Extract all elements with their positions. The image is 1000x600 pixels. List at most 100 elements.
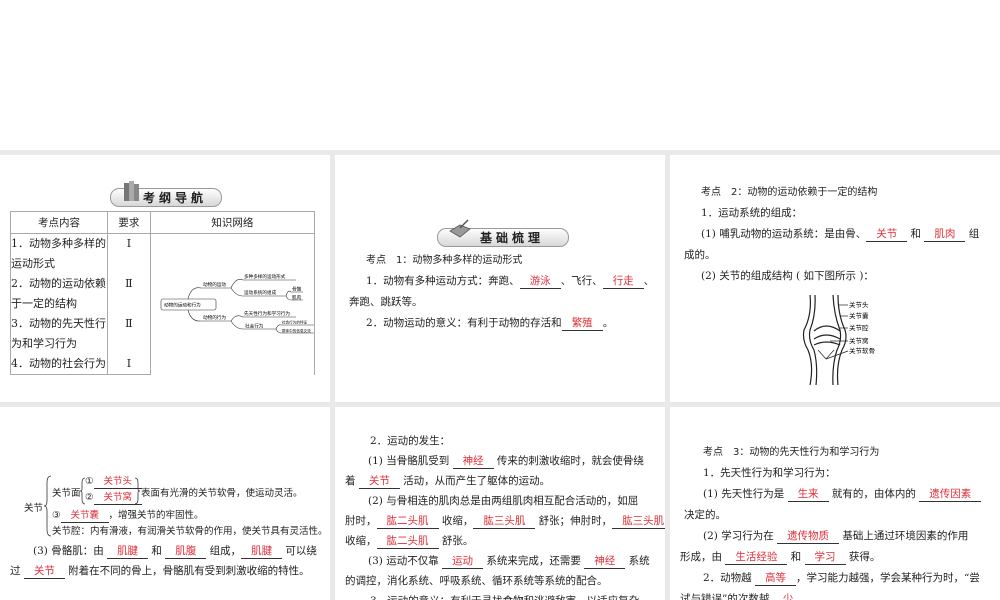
slide-topic2-structure[interactable]: 考点 2：动物的运动依赖于一定的结构 1．运动系统的组成： (1) 哺乳动物的运… — [670, 155, 1000, 402]
text-line: 2．动物运动的意义：有利于动物的存活和 繁殖。 — [349, 313, 654, 334]
text-segment: 获得。 — [845, 551, 881, 563]
answer-blank: 少 — [773, 593, 804, 600]
text-line: (3) 运动不仅靠 运动 系统来完成，还需要 神经 系统 — [345, 551, 665, 571]
text-line: (1) 先天性行为是 生来 就有的，由体内的 遗传因素 — [680, 484, 982, 505]
answer-blank: 遗传因素 — [919, 488, 982, 502]
text-segment: 决定的。 — [684, 509, 726, 521]
answer-blank: 繁殖 — [561, 317, 603, 331]
text-segment: 就有的，由体内的 — [828, 488, 920, 500]
answer-blank: 关节囊 — [60, 509, 109, 523]
slide-syllabus[interactable]: 考纲导航 考点内容 要求 知识网络 1．动物多种多样的 运动形式 Ⅰ 动物的运动… — [0, 155, 330, 402]
text-segment: 形成，由 — [680, 551, 726, 563]
answer-blank: 关节 — [866, 228, 908, 242]
text-line: 3．运动的意义：有利于寻找食物和逃避敌害，以适应复杂 — [345, 591, 665, 600]
topic-heading: 考点 2：动物的运动依赖于一定的结构 — [684, 182, 979, 203]
label-joint-cartilage: 关节软骨 — [849, 346, 875, 355]
text-segment: 成的。 — [684, 249, 716, 261]
text-segment: 肘时， — [345, 515, 377, 527]
mindmap-social: 社会行为 — [245, 323, 264, 330]
text-segment: 奔跑、跳跃等。 — [349, 296, 423, 308]
mindmap-social-features: 社会行为的特征 — [282, 320, 308, 325]
item-3: ③ 关节囊 ，增强关节的牢固性。 — [52, 507, 204, 523]
answer-blank: 神经 — [452, 455, 494, 469]
content-lines: 考点 3：动物的先天性行为和学习行为 1．先天性行为和学习行为： (1) 先天性… — [680, 442, 982, 600]
requirement-cell: Ⅱ — [106, 274, 151, 314]
answer-blank: 生活经验 — [725, 551, 788, 565]
answer-blank: 肌腹 — [165, 545, 207, 559]
text-line: (2) 与骨相连的肌肉总是由两组肌肉相互配合活动的，如屈 — [345, 491, 665, 511]
text-segment: 收缩， — [345, 535, 377, 547]
text-segment: 2．运动的发生： — [370, 435, 451, 447]
text-segment: (3) 运动不仅靠 — [368, 555, 443, 567]
number-1: ① — [85, 476, 94, 487]
slide-topic3-behavior[interactable]: 考点 3：动物的先天性行为和学习行为 1．先天性行为和学习行为： (1) 先天性… — [670, 407, 1000, 600]
answer-blank: 遗传物质 — [777, 530, 840, 544]
text-line: 奔跑、跳跃等。 — [349, 292, 654, 313]
text-line: 过 关节 附着在不同的骨上，骨骼肌有受到刺激收缩的特性。 — [10, 561, 317, 581]
mindmap: 动物的运动和行为 动物的运动 动物的行为 多种多样的运动形式 运动系统的组成 骨… — [160, 273, 314, 334]
text-segment: (2) 与骨相连的肌肉总是由两组肌肉相互配合活动的，如屈 — [368, 495, 639, 507]
slide-basics-topic1[interactable]: 基础梳理 考点 1：动物多种多样的运动形式 1．动物有多种运动方式：奔跑、 游泳、… — [335, 155, 665, 402]
text-segment: 。 — [602, 317, 614, 329]
topic-text: 2．动物的运动依赖 — [11, 277, 106, 290]
book-pen-icon — [449, 219, 471, 238]
text-line: (1) 当骨骼肌受到 神经 传来的刺激收缩时，就会使骨绕 — [345, 451, 665, 471]
topic-cell: 4．动物的社会行为 — [10, 354, 108, 375]
label-joint-cavity: 关节腔 — [849, 323, 869, 332]
text-line: 2．动物越 高等 ，学习能力越强，学会某种行为时，“尝 — [680, 568, 981, 589]
content-lines: 考点 1：动物多种多样的运动形式 1．动物有多种运动方式：奔跑、 游泳 、飞行、 行走… — [349, 250, 654, 334]
answer-blank: 行走 — [602, 275, 644, 289]
text-segment: 3．运动的意义：有利于寻找食物和逃避敌害，以适应复杂 — [370, 595, 639, 600]
text-segment: 考点 3：动物的先天性行为和学习行为 — [703, 447, 880, 458]
text-segment: 收缩， — [438, 515, 474, 527]
text-segment: 舒张；伸肘时， — [535, 515, 613, 527]
text-segment: 着 — [345, 475, 359, 487]
text-segment: (1) 哺乳动物的运动系统：是由骨、 — [701, 228, 867, 240]
text-segment: (1) 先天性行为是 — [703, 488, 788, 500]
answer-blank: 肱二头肌 — [376, 535, 439, 549]
mindmap-group-communication: 群体中的信息交流 — [282, 328, 311, 333]
capsule-description: ，增强关节的牢固性。 — [108, 510, 204, 521]
text-line: 成的。 — [684, 245, 979, 266]
text-segment: 组成， — [206, 545, 242, 557]
text-line: 决定的。 — [680, 505, 981, 526]
text-segment: (3) 骨骼肌：由 — [33, 545, 108, 557]
text-segment: 组 — [965, 228, 980, 240]
slide-motion-occurrence[interactable]: 2．运动的发生： (1) 当骨骼肌受到 神经 传来的刺激收缩时，就会使骨绕 着 … — [335, 407, 665, 600]
header-requirement: 要求 — [106, 211, 151, 234]
content-lines: 考点 2：动物的运动依赖于一定的结构 1．运动系统的组成： (1) 哺乳动物的运… — [684, 182, 979, 287]
text-segment: 传来的刺激收缩时，就会使骨绕 — [493, 455, 644, 467]
label-joint-socket: 关节窝 — [849, 336, 869, 345]
topic-heading: 考点 3：动物的先天性行为和学习行为 — [680, 442, 981, 463]
text-segment: 和 — [148, 545, 166, 557]
text-segment: 2．动物运动的意义：有利于动物的存活和 — [366, 317, 562, 329]
mindmap-motion-system: 运动系统的组成 — [244, 289, 277, 296]
label-joint-head: 关节头 — [849, 300, 869, 309]
syllabus-banner: 考纲导航 — [110, 181, 222, 207]
topic-cell: 2．动物的运动依赖 于一定的结构 — [10, 274, 108, 314]
answer-blank: 肱二头肌 — [376, 515, 439, 529]
answer-blank: 关节 — [358, 475, 400, 489]
answer-blank: 生来 — [787, 488, 829, 502]
topic-text: 运动形式 — [11, 257, 55, 270]
text-segment: 基础上通过环境因素的作用 — [839, 530, 969, 542]
slide-joint-structure[interactable]: 关节 关节面 ① 关节头 ② 关节窝 表面有光滑的关节软骨，使运动灵活。 ③ 关节囊，… — [0, 407, 330, 600]
header-knowledge-network: 知识网络 — [149, 211, 316, 234]
text-line: 试与错误”的次数越 少 — [680, 589, 981, 600]
topic-heading: 考点 1：动物多种多样的运动形式 — [349, 250, 654, 271]
answer-blank: 肱三头肌 — [612, 515, 665, 529]
text-line: (2) 学习行为在 遗传物质 基础上通过环境因素的作用 — [680, 526, 981, 547]
text-segment: 1．动物有多种运动方式：奔跑、 — [366, 275, 520, 287]
banner-title: 考纲导航 — [142, 191, 207, 205]
text-segment: 附着在不同的骨上，骨骼肌有受到刺激收缩的特性。 — [64, 565, 310, 577]
text-segment: 的调控，消化系统、呼吸系统、循环系统等系统的配合。 — [345, 575, 608, 587]
text-segment: 考点 2：动物的运动依赖于一定的结构 — [701, 187, 878, 198]
text-segment: (2) 关节的组成结构 ( 如下图所示 )： — [701, 270, 874, 282]
knee-joint-diagram: 关节头 关节囊 关节腔 关节窝 关节软骨 — [802, 295, 875, 385]
brace-right — [134, 477, 140, 505]
answer-blank: 肌腱 — [241, 545, 283, 559]
basics-banner: 基础梳理 — [437, 219, 569, 247]
text-segment: (2) 学习行为在 — [703, 530, 778, 542]
text-segment: 1．运动系统的组成： — [701, 207, 803, 219]
answer-blank: 肌肉 — [924, 228, 966, 242]
